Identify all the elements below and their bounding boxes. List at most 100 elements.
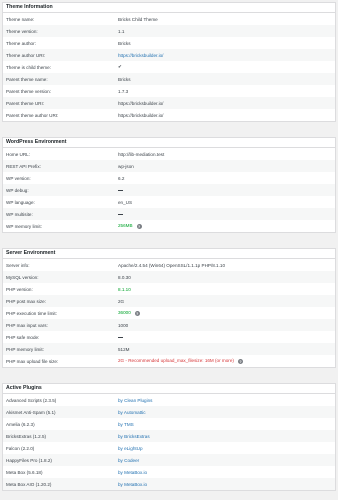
list-item: Amelia (6.2.3) by TMS <box>3 418 335 430</box>
plugin-name: Falcon (2.2.0) <box>6 445 35 451</box>
plugin-author-link[interactable]: by eLightUp <box>118 446 335 451</box>
table-row: WP multisite: <box>3 208 335 220</box>
parent-theme-uri: https://bricksbuilder.io/ <box>118 100 164 106</box>
row-value: Bricks <box>118 40 131 46</box>
list-item: BricksExtras (1.2.5) by BricksExtras <box>3 430 335 442</box>
row-label: PHP max upload file size: <box>6 358 59 364</box>
row-value: Bricks <box>118 76 131 82</box>
table-row: Theme version: 1.1 <box>3 25 335 37</box>
row-value: 8.0.30 <box>118 274 131 280</box>
theme-author-uri-link[interactable]: https://bricksbuilder.io/ <box>118 53 335 58</box>
php-version-value: 8.1.10 <box>118 286 131 292</box>
row-label: Theme version: <box>6 28 38 34</box>
row-label: Theme author: <box>6 40 36 46</box>
table-row: Home URL: http://lib-mediation.test <box>3 148 335 160</box>
dash-icon <box>118 212 335 217</box>
wordpress-environment-section: WordPress Environment Home URL: http://li… <box>2 137 336 233</box>
plugin-name: BricksExtras (1.2.5) <box>6 433 47 439</box>
list-item: Falcon (2.2.0) by eLightUp <box>3 442 335 454</box>
section-title: Server Environment <box>3 249 335 259</box>
table-row: PHP safe mode: <box>3 331 335 343</box>
list-item: Advanced Scripts (2.3.5) by Clean Plugins <box>3 394 335 406</box>
table-row: Theme is child theme: ✔ <box>3 61 335 73</box>
table-row: Theme name: Bricks Child Theme <box>3 13 335 25</box>
plugin-name: Amelia (6.2.3) <box>6 421 35 427</box>
row-value: 2G <box>118 298 125 304</box>
row-label: WP multisite: <box>6 211 33 217</box>
row-label: Home URL: <box>6 151 30 157</box>
plugin-name: HappyFiles Pro (1.8.2) <box>6 457 52 463</box>
table-row: PHP memory limit: 512M <box>3 343 335 355</box>
row-label: Theme name: <box>6 16 35 22</box>
plugin-name: Meta Box AIO (1.20.2) <box>6 481 52 487</box>
system-status-page: Theme Information Theme name: Bricks Chil… <box>0 0 338 500</box>
row-label: PHP safe mode: <box>6 334 40 340</box>
row-value: 512M <box>118 346 130 352</box>
help-circle-icon[interactable]: ? <box>237 358 243 364</box>
dash-icon <box>118 188 335 193</box>
row-label: MySQL version: <box>6 274 39 280</box>
table-row: PHP version: 8.1.10 <box>3 283 335 295</box>
row-label: PHP memory limit: <box>6 346 44 352</box>
row-label: PHP post max size: <box>6 298 46 304</box>
table-row: Parent theme version: 1.7.3 <box>3 85 335 97</box>
row-value: wp-json <box>118 163 134 169</box>
table-row: WP language: en_US <box>3 196 335 208</box>
row-value: Apache/2.4.54 (Win64) OpenSSL/1.1.1p PHP… <box>118 262 225 268</box>
home-url: http://lib-mediation.test <box>118 151 165 157</box>
table-row: WP debug: <box>3 184 335 196</box>
plugin-name: Meta Box (5.6.18) <box>6 469 43 475</box>
row-label: Parent theme URI: <box>6 100 45 106</box>
table-row: PHP max input vars: 1000 <box>3 319 335 331</box>
row-value: 6.2 <box>118 175 125 181</box>
row-value: Bricks Child Theme <box>118 16 158 22</box>
row-label: Parent theme name: <box>6 76 48 82</box>
dash-icon <box>118 335 335 340</box>
section-title: Theme Information <box>3 3 335 13</box>
list-item: Meta Box (5.6.18) by MetaBox.io <box>3 466 335 478</box>
row-value: 1.1 <box>118 28 125 34</box>
row-label: WP version: <box>6 175 31 181</box>
table-row: PHP max upload file size: 2G - Recommende… <box>3 355 335 367</box>
row-value: en_US <box>118 199 133 205</box>
section-title: WordPress Environment <box>3 138 335 148</box>
table-row: Theme author URI: https://bricksbuilder.i… <box>3 49 335 61</box>
row-value: 1.7.3 <box>118 88 129 94</box>
row-label: WP memory limit: <box>6 223 42 229</box>
plugin-author-link[interactable]: by BricksExtras <box>118 434 335 439</box>
table-row: Parent theme URI: https://bricksbuilder.i… <box>3 97 335 109</box>
row-label: Theme author URI: <box>6 52 46 58</box>
plugin-author-link[interactable]: by Codeer <box>118 458 335 463</box>
checkmark-icon: ✔ <box>118 64 122 69</box>
row-label: WP debug: <box>6 187 29 193</box>
row-label: REST API Prefix: <box>6 163 41 169</box>
row-label: Parent theme author URI: <box>6 112 59 118</box>
plugin-author-link[interactable]: by TMS <box>118 422 335 427</box>
upload-size-warning: 2G - Recommended upload_max_filesize: 16… <box>118 358 234 364</box>
memory-limit-value: 256MB <box>118 223 133 229</box>
table-row: Parent theme name: Bricks <box>3 73 335 85</box>
row-label: Server info: <box>6 262 30 268</box>
list-item: HappyFiles Pro (1.8.2) by Codeer <box>3 454 335 466</box>
table-row: WP version: 6.2 <box>3 172 335 184</box>
help-circle-icon[interactable]: ? <box>134 310 140 316</box>
plugin-author-link[interactable]: by MetaBox.io <box>118 482 335 487</box>
list-item: Akismet Anti-Spam (5.1) by Automattic <box>3 406 335 418</box>
active-plugins-section: Active Plugins Advanced Scripts (2.3.5) b… <box>2 383 336 491</box>
plugin-author-link[interactable]: by Clean Plugins <box>118 398 335 403</box>
plugin-author-link[interactable]: by Automattic <box>118 410 335 415</box>
plugin-author-link[interactable]: by MetaBox.io <box>118 470 335 475</box>
server-environment-section: Server Environment Server info: Apache/2.… <box>2 248 336 368</box>
list-item: Meta Box AIO (1.20.2) by MetaBox.io <box>3 478 335 490</box>
table-row: MySQL version: 8.0.30 <box>3 271 335 283</box>
table-row: Theme author: Bricks <box>3 37 335 49</box>
theme-information-section: Theme Information Theme name: Bricks Chil… <box>2 2 336 122</box>
row-label: PHP max input vars: <box>6 322 48 328</box>
plugin-name: Advanced Scripts (2.3.5) <box>6 397 57 403</box>
table-row: Parent theme author URI: https://bricksbu… <box>3 109 335 121</box>
help-circle-icon[interactable]: ? <box>136 223 142 229</box>
table-row: Server info: Apache/2.4.54 (Win64) OpenSS… <box>3 259 335 271</box>
row-label: PHP version: <box>6 286 33 292</box>
execution-time-value: 36000 <box>118 310 131 316</box>
table-row: REST API Prefix: wp-json <box>3 160 335 172</box>
